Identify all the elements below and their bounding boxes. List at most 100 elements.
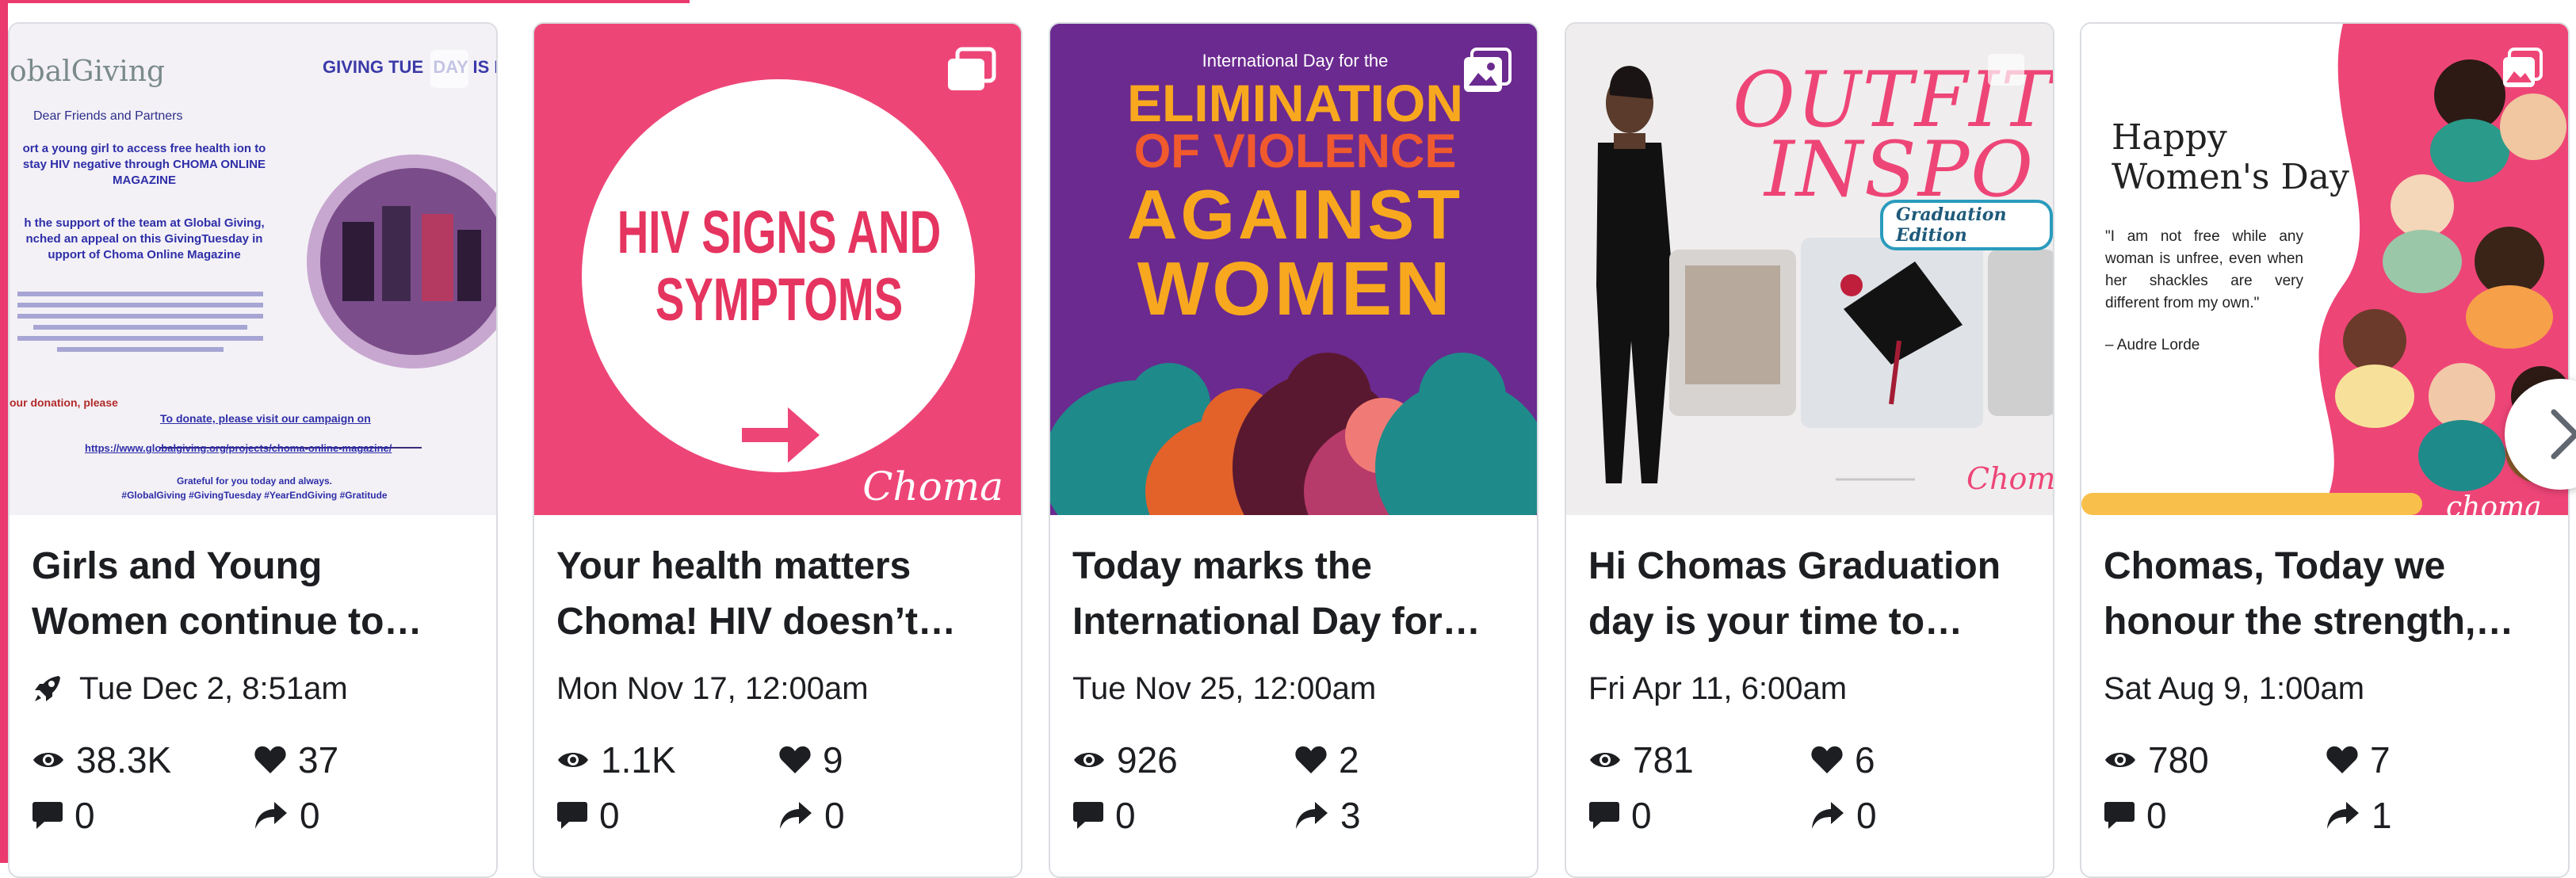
share-arrow-icon — [1296, 802, 1328, 829]
heart-icon — [779, 746, 811, 773]
multiple-images-icon — [948, 47, 996, 90]
comments-count: 0 — [1115, 795, 1136, 836]
post-title-line-1: Hi Chomas Graduation — [1588, 545, 2001, 587]
flyer-org-title: obalGiving — [10, 55, 166, 88]
post-title-line-1: Your health matters — [556, 545, 912, 587]
views-stat: 926 — [1072, 737, 1294, 783]
flyer-body-lines — [10, 285, 271, 380]
comment-icon — [32, 802, 63, 829]
post-thumbnail[interactable]: OUTFIT INSPO Graduation Edition Choma — [1566, 24, 2053, 515]
eye-icon — [1590, 753, 1620, 767]
post-card[interactable]: HIV SIGNS AND SYMPTOMS Choma Your health… — [533, 22, 1022, 878]
share-arrow-icon — [255, 802, 287, 829]
post-stats: 780 7 0 1 — [2104, 737, 2546, 838]
heart-icon — [1295, 746, 1327, 773]
likes-count: 37 — [298, 739, 339, 781]
views-count: 926 — [1117, 739, 1178, 781]
post-card-body: Girls and Young Women continue to… Tue D… — [10, 515, 496, 876]
comments-count: 0 — [75, 795, 95, 836]
image-icon — [1464, 48, 1512, 92]
womens-day-author: – Audre Lorde — [2105, 337, 2200, 353]
share-arrow-icon — [780, 802, 812, 829]
post-stats: 781 6 0 0 — [1588, 737, 2031, 838]
campaign-line-3: AGAINST — [1127, 175, 1463, 254]
flyer-donation: our donation, please — [10, 396, 118, 409]
post-title-line-1: Girls and Young — [32, 545, 323, 587]
image-icon — [1988, 54, 2024, 86]
post-card-body: Hi Chomas Graduation day is your time to… — [1566, 515, 2053, 876]
likes-stat: 7 — [2326, 737, 2547, 783]
views-count: 38.3K — [76, 739, 172, 781]
likes-stat: 6 — [1810, 737, 2032, 783]
post-date: Fri Apr 11, 6:00am — [1588, 670, 1848, 706]
post-date: Tue Nov 25, 12:00am — [1072, 670, 1377, 706]
flyer-donate-link: To donate, please visit our campaign on — [160, 412, 371, 425]
post-card-body: Your health matters Choma! HIV doesn’t… … — [534, 515, 1021, 876]
post-stats: 1.1K 9 0 0 — [556, 737, 999, 838]
post-thumbnail[interactable]: International Day for the ELIMINATION OF… — [1050, 24, 1537, 515]
choma-logo: Choma — [1966, 461, 2053, 496]
views-count: 1.1K — [601, 739, 676, 781]
comments-count: 0 — [1631, 795, 1652, 836]
hiv-headline-2: SYMPTOMS — [655, 266, 904, 334]
post-stats: 926 2 0 3 — [1072, 737, 1515, 838]
rocket-icon — [35, 676, 60, 701]
post-stats: 38.3K 37 0 0 — [32, 737, 474, 838]
heart-icon — [2326, 746, 2358, 773]
views-stat: 780 — [2104, 737, 2326, 783]
post-title-line-2: day is your time to… — [1588, 601, 1963, 643]
heart-icon — [254, 746, 286, 773]
post-thumbnail[interactable]: obalGiving GIVING TUE DAY IS I Dear Frie… — [10, 24, 496, 515]
womens-day-heading-2: Women's Day — [2112, 157, 2349, 197]
post-title-line-2: honour the strength,… — [2104, 601, 2514, 643]
views-count: 781 — [1633, 739, 1694, 781]
graduation-badge: Graduation Edition — [1880, 200, 2053, 250]
post-title[interactable]: Today marks the International Day for… — [1072, 539, 1515, 650]
globalgiving-flyer-graphic — [10, 24, 496, 515]
comments-count: 0 — [2146, 795, 2167, 836]
flyer-url: https://www.globalgiving.org/projects/ch… — [85, 442, 392, 454]
views-count: 780 — [2148, 739, 2209, 781]
share-arrow-icon — [1812, 802, 1844, 829]
comments-stat: 0 — [556, 792, 778, 838]
post-thumbnail[interactable]: Happy Women's Day "I am not free while a… — [2081, 24, 2568, 515]
likes-count: 9 — [823, 739, 843, 781]
eye-icon — [558, 753, 588, 767]
shares-stat: 0 — [1810, 792, 2032, 838]
post-date-row: Tue Dec 2, 8:51am — [32, 669, 474, 708]
carousel-next-button[interactable] — [2505, 379, 2576, 490]
likes-count: 2 — [1339, 739, 1359, 781]
post-card[interactable]: Happy Women's Day "I am not free while a… — [2080, 22, 2570, 878]
eye-icon — [2105, 753, 2135, 767]
post-date: Tue Dec 2, 8:51am — [79, 670, 348, 706]
comment-icon — [1589, 802, 1619, 829]
views-stat: 1.1K — [556, 737, 778, 783]
comment-icon — [2104, 802, 2135, 829]
shares-stat: 0 — [254, 792, 476, 838]
image-icon — [2503, 48, 2543, 87]
post-title-line-2: Choma! HIV doesn’t… — [556, 601, 957, 643]
eye-icon — [33, 753, 63, 767]
post-card[interactable]: OUTFIT INSPO Graduation Edition Choma Hi… — [1565, 22, 2054, 878]
shares-stat: 0 — [778, 792, 1000, 838]
flyer-appeal: ort a young girl to access free health i… — [22, 142, 266, 187]
shares-count: 0 — [1856, 795, 1877, 836]
post-card[interactable]: obalGiving GIVING TUE DAY IS I Dear Frie… — [8, 22, 498, 878]
comment-icon — [557, 802, 587, 829]
flyer-hashtags: #GlobalGiving #GivingTuesday #YearEndGiv… — [121, 490, 388, 501]
flyer-support: h the support of the team at Global Givi… — [24, 216, 265, 261]
post-title[interactable]: Your health matters Choma! HIV doesn’t… — [556, 539, 999, 650]
post-thumbnail[interactable]: HIV SIGNS AND SYMPTOMS Choma — [534, 24, 1021, 515]
likes-stat: 2 — [1294, 737, 1516, 783]
post-title[interactable]: Chomas, Today we honour the strength,… — [2104, 539, 2546, 650]
post-title[interactable]: Hi Chomas Graduation day is your time to… — [1588, 539, 2031, 650]
womens-day-quote: "I am not free while any woman is unfree… — [2105, 228, 2303, 311]
flyer-thanks: Grateful for you today and always. — [176, 475, 333, 487]
post-date-row: Fri Apr 11, 6:00am — [1588, 669, 2031, 708]
likes-stat: 37 — [254, 737, 476, 783]
post-card[interactable]: International Day for the ELIMINATION OF… — [1049, 22, 1538, 878]
post-title[interactable]: Girls and Young Women continue to… — [32, 539, 474, 650]
post-date-row: Mon Nov 17, 12:00am — [556, 669, 999, 708]
likes-stat: 9 — [778, 737, 1000, 783]
likes-count: 7 — [2370, 739, 2391, 781]
